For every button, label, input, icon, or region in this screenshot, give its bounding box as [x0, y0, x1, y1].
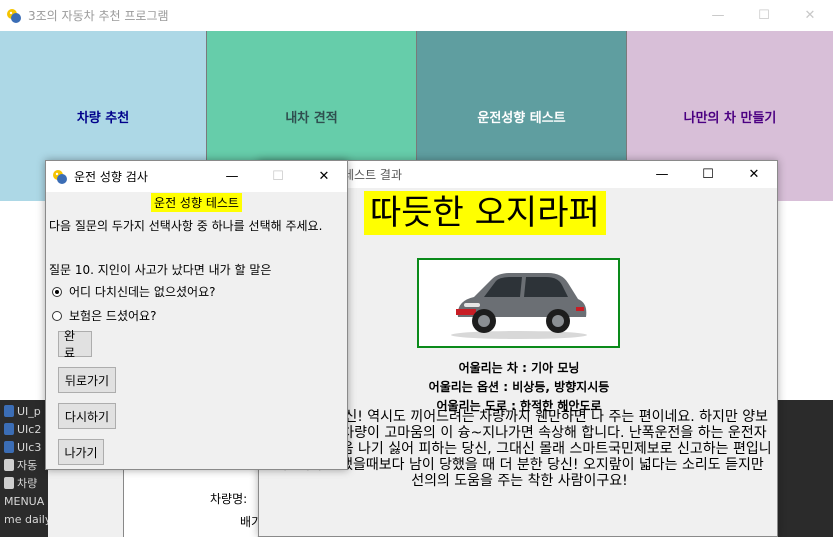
- list-item[interactable]: MENUA: [0, 492, 48, 510]
- result-minimize-button[interactable]: —: [639, 161, 685, 188]
- result-maximize-button[interactable]: ☐: [685, 161, 731, 188]
- done-button[interactable]: 완료: [58, 329, 92, 360]
- file-explorer-panel: UI_p UIc2 UIc3 자동 차량 MENUA me daily: [0, 400, 48, 537]
- python-feather-icon: [53, 169, 67, 184]
- car-icon: [450, 273, 587, 339]
- main-titlebar: 3조의 자동차 추천 프로그램 — ☐ ✕: [0, 0, 833, 31]
- survey-instruction: 다음 질문의 두가지 선택사항 중 하나를 선택해 주세요.: [49, 219, 323, 233]
- list-item[interactable]: 자동: [0, 456, 48, 474]
- car-image: [417, 258, 620, 348]
- list-item[interactable]: UI_p: [0, 402, 48, 420]
- main-close-button[interactable]: ✕: [787, 0, 833, 31]
- python-file-icon: [4, 441, 14, 453]
- main-maximize-button[interactable]: ☐: [741, 0, 787, 31]
- text-file-icon: [4, 477, 14, 489]
- survey-titlebar: 운전 성향 검사 — ☐ ✕: [46, 161, 347, 192]
- radio-selected-icon: [52, 286, 62, 297]
- list-item[interactable]: me daily: [0, 510, 48, 528]
- option-2-radio[interactable]: 보험은 드셨어요?: [52, 307, 156, 324]
- python-file-icon: [4, 423, 14, 435]
- text-file-icon: [4, 459, 14, 471]
- python-feather-icon: [7, 8, 21, 23]
- result-window-title: 테스트 결과: [343, 168, 403, 182]
- option-1-radio[interactable]: 어디 다치신데는 없으셨어요?: [52, 283, 215, 300]
- option-1-label: 어디 다치신데는 없으셨어요?: [69, 285, 216, 299]
- driving-style-survey-window: 운전 성향 검사 — ☐ ✕ 운전 성향 테스트 다음 질문의 두가지 선택사항…: [45, 160, 348, 470]
- result-type-title: 따듯한 오지라퍼: [364, 191, 606, 235]
- main-window-title: 3조의 자동차 추천 프로그램: [28, 9, 169, 23]
- survey-window-title: 운전 성향 검사: [74, 170, 148, 184]
- option-2-label: 보험은 드셨어요?: [69, 309, 157, 323]
- back-button[interactable]: 뒤로가기: [58, 367, 116, 393]
- radio-unselected-icon: [52, 310, 62, 321]
- list-item[interactable]: 차량: [0, 474, 48, 492]
- list-item[interactable]: UIc2: [0, 420, 48, 438]
- survey-minimize-button[interactable]: —: [209, 161, 255, 192]
- retry-button[interactable]: 다시하기: [58, 403, 116, 429]
- list-item[interactable]: UIc3: [0, 438, 48, 456]
- survey-close-button[interactable]: ✕: [301, 161, 347, 192]
- survey-heading: 운전 성향 테스트: [151, 193, 242, 212]
- survey-maximize-button[interactable]: ☐: [255, 161, 301, 192]
- exit-button[interactable]: 나가기: [58, 439, 104, 465]
- main-minimize-button[interactable]: —: [695, 0, 741, 31]
- car-name-label: 차량명:: [210, 492, 248, 506]
- survey-question: 질문 10. 지인이 사고가 났다면 내가 할 말은: [49, 263, 272, 277]
- result-close-button[interactable]: ✕: [731, 161, 777, 188]
- python-file-icon: [4, 405, 14, 417]
